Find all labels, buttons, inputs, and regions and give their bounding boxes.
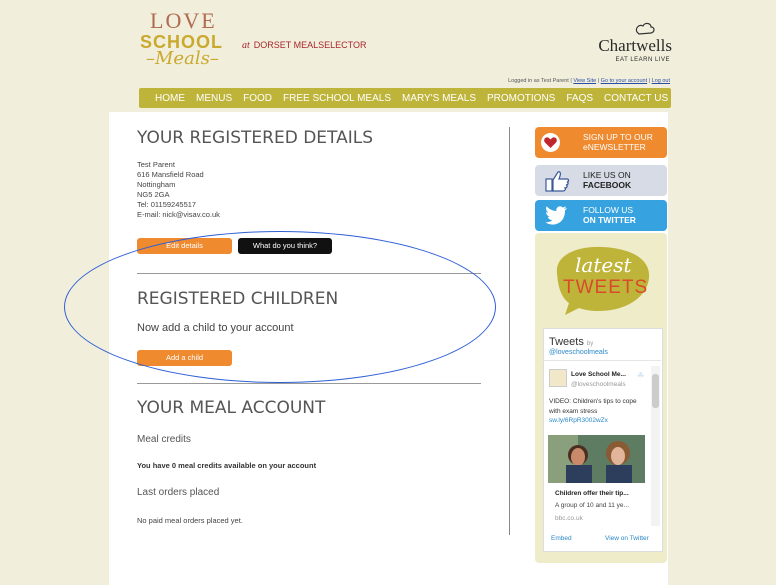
meal-credits-label: Meal credits (137, 434, 191, 445)
latest-label: latest (575, 253, 632, 277)
logo-meals-text: –Meals– (146, 48, 219, 69)
latest-tweets-badge: latest TWEETS (547, 243, 657, 318)
nav-menus[interactable]: MENUS (196, 93, 232, 104)
heart-icon (541, 133, 560, 152)
login-bar: Logged in as Test Parent | View Site | G… (508, 78, 670, 84)
widget-title: Tweets by (549, 336, 594, 348)
facebook-line2: FACEBOOK (583, 180, 632, 190)
account-name: Test Parent (137, 160, 175, 169)
view-site-link[interactable]: View Site (573, 78, 596, 84)
highlight-ellipse (64, 231, 496, 383)
tweets-label: TWEETS (563, 277, 649, 298)
tweet-text: VIDEO: Children's tips to cope with exam… (549, 398, 637, 415)
nav-food[interactable]: FOOD (243, 93, 272, 104)
tweet-author-handle[interactable]: @loveschoolmeals (571, 381, 626, 388)
twitter-line1: FOLLOW US (583, 205, 634, 215)
love-school-meals-logo[interactable]: LOVE SCHOOL –Meals– (140, 8, 240, 70)
last-orders-text: No paid meal orders placed yet. (137, 516, 243, 525)
nav-promotions[interactable]: PROMOTIONS (487, 93, 555, 104)
nav-contact-us[interactable]: CONTACT US (604, 93, 668, 104)
logout-link[interactable]: Log out (652, 78, 670, 84)
chef-hat-icon (635, 22, 655, 35)
divider-2 (137, 383, 481, 384)
nav-marys-meals[interactable]: MARY'S MEALS (402, 93, 476, 104)
nav-free-school-meals[interactable]: FREE SCHOOL MEALS (283, 93, 391, 104)
twitter-bird-icon (545, 206, 567, 225)
widget-scroll-thumb[interactable] (652, 374, 659, 408)
facebook-line1: LIKE US ON (583, 170, 631, 180)
address-city: Nottingham (137, 180, 176, 189)
twitter-line2: ON TWITTER (583, 215, 636, 225)
tweet-card-description: A group of 10 and 11 ye... (555, 502, 629, 509)
partner-name: Chartwells (598, 36, 672, 55)
address-street: 616 Mansfield Road (137, 170, 204, 179)
tweet-bird-icon: ☘ (637, 371, 645, 380)
last-orders-label: Last orders placed (137, 487, 220, 498)
tweet-link[interactable]: sw.ly/6RpR3002wZx (549, 417, 608, 424)
address-block: Test Parent 616 Mansfield Road Nottingha… (137, 160, 220, 220)
main-nav: HOME MENUS FOOD FREE SCHOOL MEALS MARY'S… (139, 88, 671, 108)
widget-handle-link[interactable]: @loveschoolmeals (549, 349, 608, 356)
newsletter-line1: SIGN UP TO OUR (583, 132, 653, 142)
column-divider (509, 127, 510, 535)
twitter-button[interactable]: FOLLOW US ON TWITTER (535, 200, 667, 231)
newsletter-line2: eNEWSLETTER (583, 142, 646, 152)
thumbs-up-icon (545, 171, 570, 192)
nav-home[interactable]: HOME (155, 93, 185, 104)
page-background-right (668, 0, 776, 585)
widget-divider (543, 360, 661, 361)
tweet-card-title[interactable]: Children offer their tip... (555, 490, 629, 497)
telephone: Tel: 01159245517 (137, 200, 197, 209)
tweet-avatar[interactable] (549, 369, 567, 387)
registered-details-heading: YOUR REGISTERED DETAILS (137, 128, 373, 148)
logo-love-text: LOVE (150, 8, 217, 33)
nav-faqs[interactable]: FAQS (566, 93, 593, 104)
account-link[interactable]: Go to your account (601, 78, 647, 84)
meal-credits-text: You have 0 meal credits available on you… (137, 461, 317, 470)
email: E-mail: nick@visav.co.uk (137, 210, 220, 219)
embed-link[interactable]: Embed (551, 535, 572, 542)
view-on-twitter-link[interactable]: View on Twitter (605, 535, 649, 542)
tweet-author-name[interactable]: Love School Me... (571, 371, 626, 378)
newsletter-button[interactable]: SIGN UP TO OUR eNEWSLETTER (535, 127, 667, 158)
tweet-card-source: bbc.co.uk (555, 515, 583, 522)
tweet-video-thumbnail[interactable] (548, 435, 645, 483)
facebook-button[interactable]: LIKE US ON FACEBOOK (535, 165, 667, 196)
region-label: at DORSET MEALSELECTOR (242, 40, 367, 51)
meal-account-heading: YOUR MEAL ACCOUNT (137, 398, 326, 418)
partner-tagline: EAT LEARN LIVE (615, 57, 670, 63)
address-postcode: NG5 2GA (137, 190, 170, 199)
